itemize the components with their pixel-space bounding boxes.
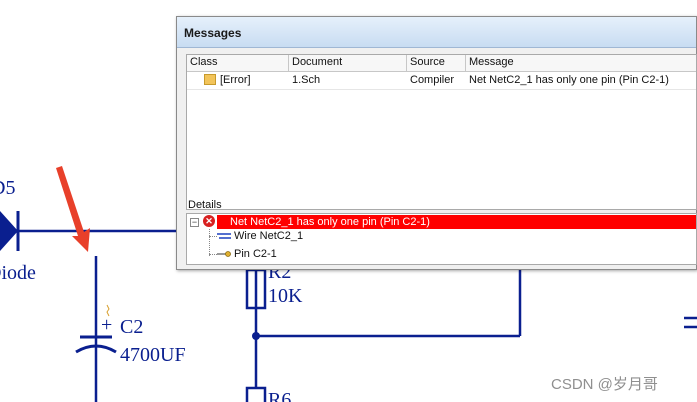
column-document[interactable]: Document bbox=[289, 55, 407, 71]
row-document[interactable]: 1.Sch bbox=[289, 73, 407, 89]
junction-dot bbox=[252, 332, 260, 340]
column-message[interactable]: Message bbox=[466, 55, 696, 71]
d-value-label: Diode bbox=[0, 262, 36, 284]
details-tree[interactable]: − ✕ Net NetC2_1 has only one pin (Pin C2… bbox=[186, 213, 697, 265]
error-folder-icon bbox=[204, 74, 216, 85]
tree-item-pin[interactable]: Pin C2-1 bbox=[234, 247, 277, 261]
row-source[interactable]: Compiler bbox=[407, 73, 466, 89]
tree-item-wire[interactable]: Wire NetC2_1 bbox=[234, 229, 303, 243]
c-value-label: 4700UF bbox=[120, 344, 186, 366]
messages-panel[interactable]: Messages Class Document Source Message [… bbox=[176, 16, 697, 270]
c-plus-label: + bbox=[101, 314, 112, 336]
pin-icon bbox=[217, 251, 231, 257]
csdn-watermark: CSDN @岁月哥 bbox=[551, 376, 658, 393]
error-detail-text[interactable]: Net NetC2_1 has only one pin (Pin C2-1) bbox=[230, 215, 430, 229]
column-class[interactable]: Class bbox=[187, 55, 289, 71]
resistor-r6[interactable] bbox=[245, 386, 267, 402]
diode-symbol[interactable] bbox=[0, 211, 18, 251]
r6-ref-label: R6 bbox=[268, 389, 291, 402]
collapse-toggle[interactable]: − bbox=[190, 218, 199, 227]
tree-connector bbox=[209, 229, 210, 256]
column-source[interactable]: Source bbox=[407, 55, 466, 71]
error-x-icon: ✕ bbox=[203, 215, 215, 227]
messages-table[interactable]: Class Document Source Message [Error] 1.… bbox=[186, 54, 697, 210]
wire-icon bbox=[217, 233, 231, 239]
details-label: Details bbox=[188, 199, 222, 211]
red-arrow-annotation bbox=[56, 166, 90, 252]
tree-branch-1 bbox=[209, 236, 217, 237]
c-ref-label: C2 bbox=[120, 316, 143, 338]
tree-branch-2 bbox=[209, 254, 217, 255]
r2-value-label: 10K bbox=[268, 285, 303, 307]
row-message[interactable]: Net NetC2_1 has only one pin (Pin C2-1) bbox=[466, 73, 696, 89]
messages-title-bar[interactable]: Messages bbox=[177, 17, 696, 48]
d-ref-label: D5 bbox=[0, 177, 15, 199]
messages-title: Messages bbox=[184, 26, 242, 40]
row-class[interactable]: [Error] bbox=[217, 73, 289, 89]
row-divider bbox=[187, 89, 696, 90]
